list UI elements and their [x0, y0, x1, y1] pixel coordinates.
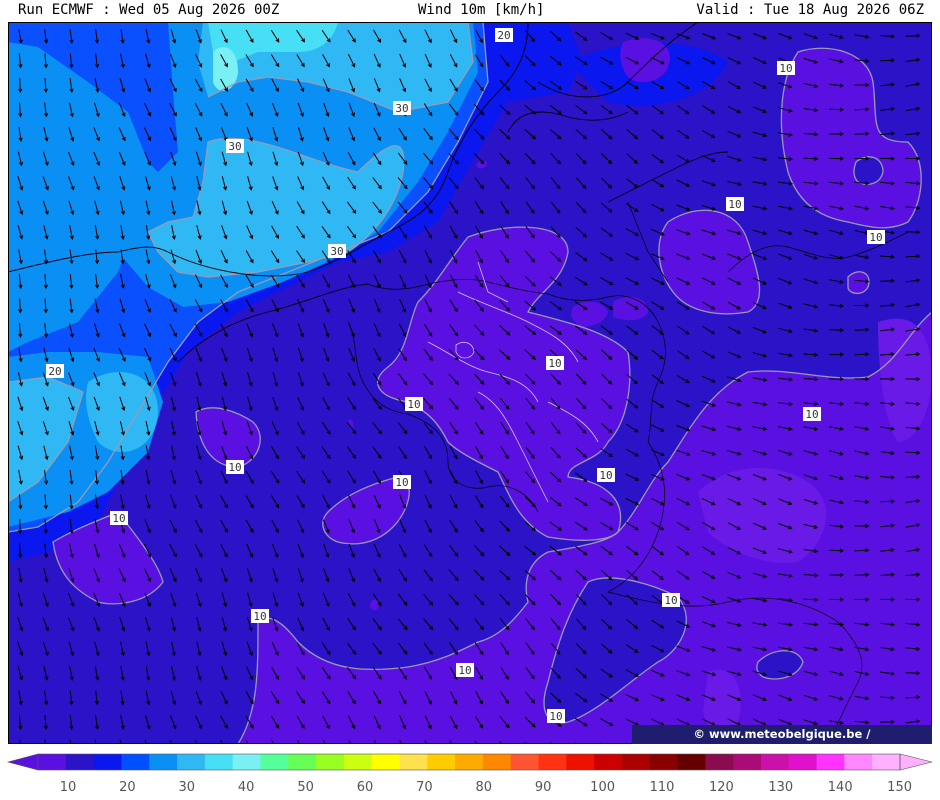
contour-label: 10: [456, 663, 474, 677]
color-scale-bar: [6, 753, 933, 771]
contour-label: 20: [46, 364, 64, 378]
contour-label: 10: [726, 197, 744, 211]
svg-text:10: 10: [548, 357, 561, 370]
scale-tick-label: 150: [887, 780, 913, 795]
scale-swatch: [705, 754, 734, 770]
scale-swatch: [649, 754, 679, 770]
scale-swatch: [594, 754, 623, 770]
svg-text:10: 10: [458, 664, 471, 677]
svg-text:30: 30: [330, 245, 343, 258]
contour-label: 10: [547, 709, 565, 723]
scale-swatch: [566, 754, 595, 770]
contour-label: 10: [867, 230, 885, 244]
contour-label: 10: [226, 460, 244, 474]
svg-text:10: 10: [599, 469, 612, 482]
scale-swatch: [733, 754, 762, 770]
run-info: Run ECMWF : Wed 05 Aug 2026 00Z: [18, 2, 280, 18]
svg-text:10: 10: [728, 198, 741, 211]
contour-label: 30: [328, 244, 346, 258]
scale-swatch: [510, 754, 540, 770]
scale-tick-label: 70: [416, 780, 433, 795]
scale-tick-label: 110: [649, 780, 675, 795]
scale-swatch: [38, 754, 67, 770]
scale-tick-label: 120: [708, 780, 734, 795]
scale-tick-label: 80: [475, 780, 493, 795]
color-scale: 10 20 30 40 50 60 70 80 90 100 110 120 130 140 150: [0, 748, 940, 800]
svg-text:10: 10: [407, 398, 420, 411]
svg-text:10: 10: [395, 476, 408, 489]
scale-tick-label: 60: [356, 780, 374, 795]
scale-tick-label: 90: [534, 780, 552, 795]
scale-swatch: [788, 754, 818, 770]
svg-text:10: 10: [112, 512, 125, 525]
scale-swatch: [621, 754, 651, 770]
scale-swatch: [677, 754, 706, 770]
svg-text:10: 10: [253, 610, 266, 623]
scale-swatch: [482, 754, 512, 770]
svg-text:10: 10: [869, 231, 882, 244]
contour-label: 30: [393, 101, 411, 115]
scale-tick-label: 100: [590, 780, 616, 795]
svg-text:10: 10: [805, 408, 818, 421]
scale-max-arrow: [899, 753, 933, 771]
scale-tick-label: 50: [297, 780, 314, 795]
svg-text:10: 10: [549, 710, 562, 723]
scale-tick-label: 30: [178, 780, 196, 795]
scale-swatch: [399, 754, 428, 770]
scale-swatch: [316, 754, 345, 770]
scale-tick-label: 10: [59, 780, 77, 795]
scale-swatch: [844, 754, 873, 770]
scale-swatch: [260, 754, 289, 770]
scale-swatch: [93, 754, 122, 770]
scale-swatch: [760, 754, 790, 770]
scale-swatch: [65, 754, 95, 770]
scale-swatch: [343, 754, 373, 770]
scale-min-arrow: [6, 753, 39, 771]
scale-swatch: [816, 754, 845, 770]
scale-swatch: [427, 754, 456, 770]
scale-swatch: [538, 754, 567, 770]
svg-text:30: 30: [395, 102, 408, 115]
contour-label: 10: [393, 475, 411, 489]
svg-text:10: 10: [779, 62, 792, 75]
contour-label: 20: [495, 28, 513, 42]
valid-time: Valid : Tue 18 Aug 2026 06Z: [696, 2, 924, 18]
scale-swatch: [872, 754, 901, 770]
contour-label: 10: [251, 609, 269, 623]
credit-text: © www.meteobelgique.be / www.meteobelgie…: [632, 725, 932, 760]
scale-swatch: [121, 754, 150, 770]
svg-text:10: 10: [664, 594, 677, 607]
scale-swatch: [371, 754, 400, 770]
scale-swatch: [177, 754, 206, 770]
scale-swatch: [149, 754, 178, 770]
contour-label: 10: [110, 511, 128, 525]
contour-label: 30: [226, 139, 244, 153]
contour-label: 10: [546, 356, 564, 370]
scale-swatch: [204, 754, 234, 770]
variable-title: Wind 10m [km/h]: [418, 2, 545, 18]
contour-label: 10: [662, 593, 680, 607]
contour-label: 10: [597, 468, 615, 482]
contour-label: 10: [803, 407, 821, 421]
wind-map: 20 30 30 30 20 10 10 10 10 10 10 10 10 10 10 10 10 10 10: [8, 22, 932, 744]
scale-swatch: [455, 754, 484, 770]
scale-tick-label: 20: [119, 780, 136, 795]
contour-label: 10: [405, 397, 423, 411]
scale-tick-label: 140: [827, 780, 853, 795]
scale-tick-label: 40: [237, 780, 255, 795]
scale-tick-label: 130: [768, 780, 794, 795]
svg-text:20: 20: [497, 29, 510, 42]
scale-swatch: [288, 754, 317, 770]
svg-text:30: 30: [228, 140, 241, 153]
svg-text:10: 10: [228, 461, 241, 474]
scale-swatch: [232, 754, 261, 770]
contour-label: 10: [777, 61, 795, 75]
svg-text:20: 20: [48, 365, 61, 378]
